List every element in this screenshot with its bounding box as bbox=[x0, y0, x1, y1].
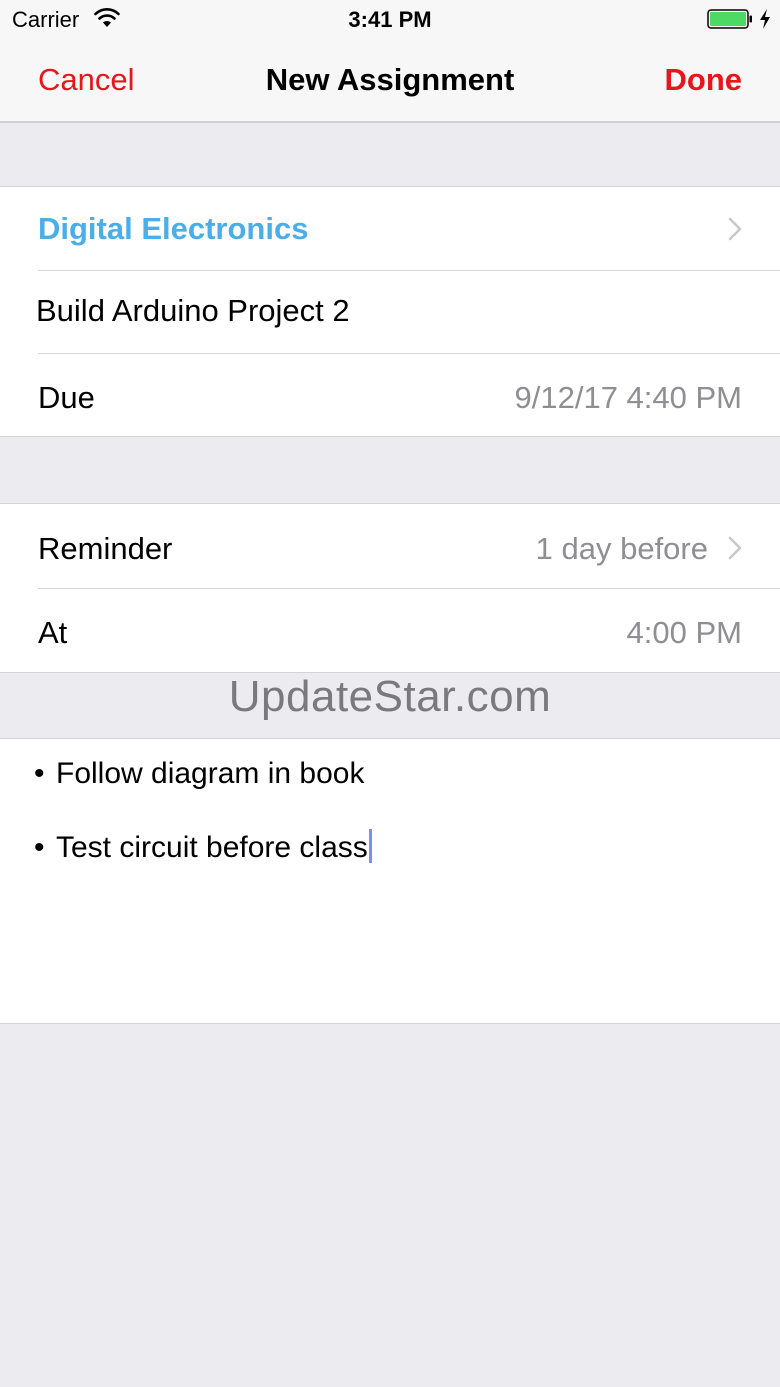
note-line: • Follow diagram in book bbox=[34, 757, 364, 791]
chevron-right-icon bbox=[728, 536, 742, 560]
assignment-section: Digital Electronics Build Arduino Projec… bbox=[0, 186, 780, 437]
reminder-time-row[interactable]: At 4:00 PM bbox=[0, 588, 780, 672]
at-value[interactable]: 4:00 PM bbox=[627, 615, 742, 651]
title-row[interactable]: Build Arduino Project 2 bbox=[0, 270, 780, 353]
text-cursor bbox=[368, 829, 372, 863]
reminder-section: Reminder 1 day before At 4:00 PM bbox=[0, 503, 780, 673]
navigation-bar: Cancel New Assignment Done bbox=[0, 40, 780, 123]
charging-bolt-icon bbox=[760, 9, 770, 29]
screen: Carrier 3:41 PM Cancel New Assignment Do… bbox=[0, 0, 780, 1387]
note-text: Follow diagram in book bbox=[56, 757, 365, 790]
course-label: Digital Electronics bbox=[38, 211, 309, 246]
due-row[interactable]: Due 9/12/17 4:40 PM bbox=[0, 353, 780, 436]
due-label: Due bbox=[38, 380, 95, 415]
assignment-title-field[interactable]: Build Arduino Project 2 bbox=[36, 293, 350, 329]
watermark-text: UpdateStar.com bbox=[228, 672, 552, 721]
note-line: • Test circuit before class bbox=[34, 829, 372, 865]
chevron-right-icon bbox=[728, 217, 742, 241]
done-button[interactable]: Done bbox=[665, 62, 743, 98]
bullet: • bbox=[34, 757, 45, 790]
course-row[interactable]: Digital Electronics bbox=[0, 187, 780, 270]
reminder-row[interactable]: Reminder 1 day before bbox=[0, 504, 780, 588]
reminder-value: 1 day before bbox=[535, 531, 708, 566]
reminder-label: Reminder bbox=[38, 531, 173, 566]
status-bar: Carrier 3:41 PM bbox=[0, 0, 780, 40]
due-value[interactable]: 9/12/17 4:40 PM bbox=[515, 380, 743, 416]
at-label: At bbox=[38, 615, 68, 650]
status-time: 3:41 PM bbox=[348, 7, 432, 32]
notes-textarea[interactable]: • Follow diagram in book • Test circuit be… bbox=[0, 738, 780, 1024]
page-title: New Assignment bbox=[265, 62, 515, 97]
battery-icon bbox=[707, 9, 752, 29]
note-text: Test circuit before class bbox=[56, 831, 368, 864]
bullet: • bbox=[34, 831, 45, 864]
